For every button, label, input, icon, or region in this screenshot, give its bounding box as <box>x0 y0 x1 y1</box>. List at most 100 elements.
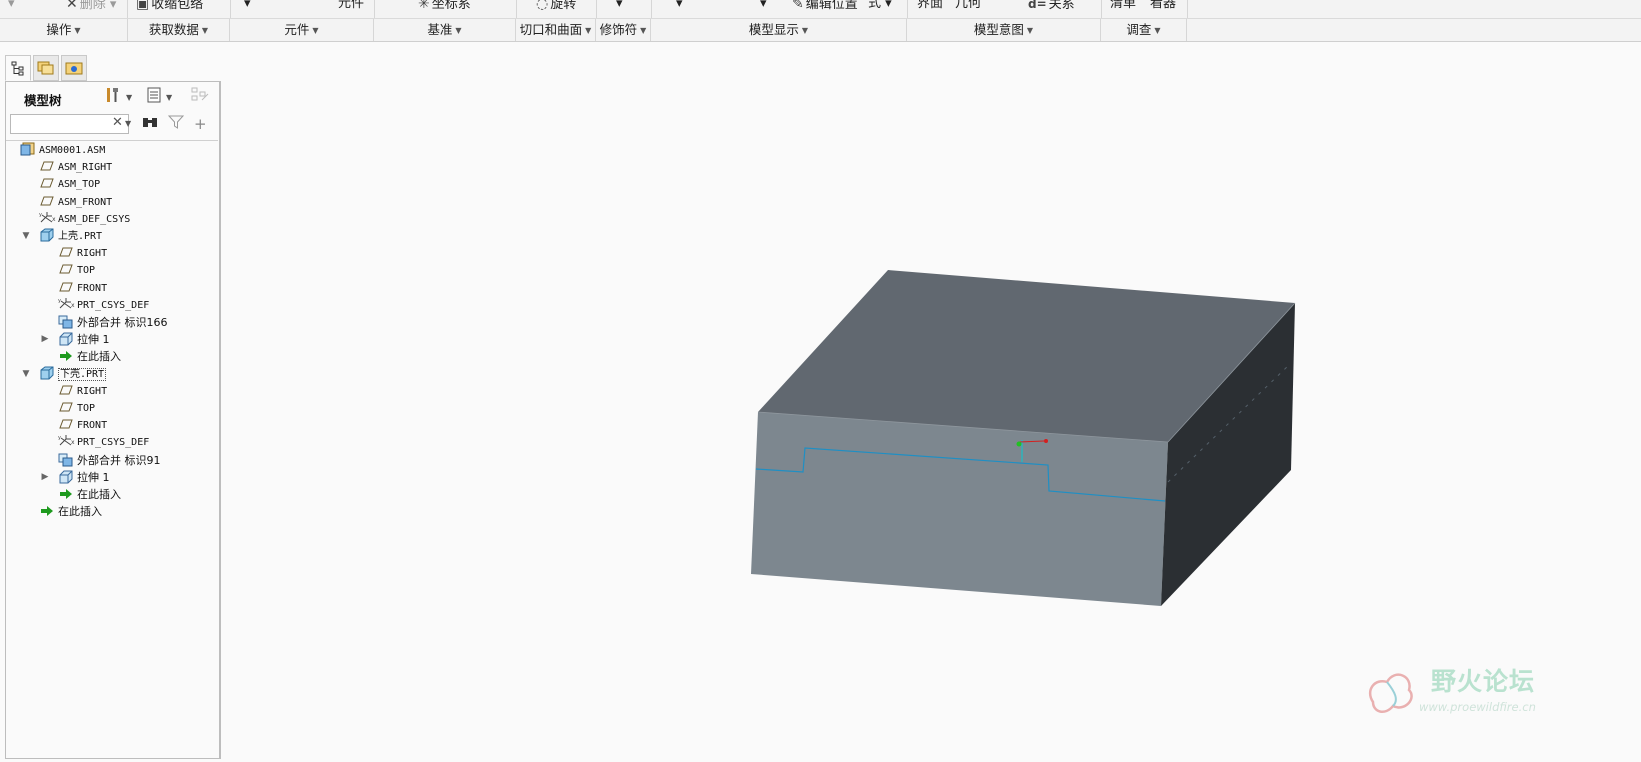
watermark-url: www.proewildfire.cn <box>1419 700 1536 714</box>
tree-columns-button[interactable]: ▼ <box>146 86 172 108</box>
ribbon: ▾ ✕ 删除 ▾ ▣ 收缩包络 ▾ 元件 ✳ 坐标系 ◌ 旋转 ▾ ▾ ▾ ✎ 编辑位置 … <box>0 0 1641 42</box>
collapse-toggle-icon[interactable]: ▼ <box>20 366 32 383</box>
insert-here-arrow-icon <box>58 349 74 363</box>
merge-feature-icon <box>58 453 74 467</box>
geometry-cmd[interactable]: 几何 <box>955 0 981 14</box>
tree-item[interactable]: ASM0001.ASM <box>20 142 105 159</box>
tree-item-label: FRONT <box>77 282 108 294</box>
tree-item[interactable]: x y PRT_CSYS_DEF <box>58 297 149 314</box>
tree-item-label: TOP <box>77 403 96 414</box>
tree-item-label: ASM_DEF_CSYS <box>58 213 131 225</box>
model-view <box>751 270 1296 606</box>
part-icon <box>39 228 55 242</box>
group-model-display[interactable]: 模型显示 ▼ <box>651 19 907 41</box>
interface-cmd[interactable]: 界面 <box>917 0 943 14</box>
display-dropdown-caret[interactable]: ▾ <box>676 0 683 14</box>
tree-item[interactable]: ▼ 下壳.PRT <box>23 366 107 383</box>
tree-item[interactable]: ▶ 拉伸 1 <box>42 331 110 348</box>
shrinkwrap-cmd[interactable]: ▣ 收缩包络 <box>136 0 203 14</box>
grid-disabled-icon <box>191 87 209 101</box>
modifier-dropdown-caret[interactable]: ▾ <box>616 0 623 14</box>
part-icon <box>39 366 55 380</box>
forum-watermark: 野火论坛 www.proewildfire.cn <box>1365 660 1565 720</box>
component-cmd[interactable]: 元件 <box>338 0 364 14</box>
tree-item[interactable]: ▼ 上壳.PRT <box>23 228 102 245</box>
tree-item-label: 在此插入 <box>58 505 102 519</box>
tree-item[interactable]: ▶ 拉伸 1 <box>42 469 110 486</box>
datum-plane-icon <box>58 245 74 259</box>
navigator-tabs <box>5 55 225 81</box>
tree-item-label: ASM0001.ASM <box>39 145 106 156</box>
group-get-data[interactable]: 获取数据 ▼ <box>128 19 230 41</box>
plus-icon[interactable]: + <box>194 114 207 134</box>
tree-item[interactable]: ASM_FRONT <box>39 194 112 211</box>
expand-toggle-icon[interactable]: ▶ <box>39 469 51 486</box>
tree-item[interactable]: 在此插入 <box>58 348 121 365</box>
edit-position-cmd[interactable]: ✎ 编辑位置 <box>792 0 858 14</box>
tree-item[interactable]: 在此插入 <box>58 486 121 503</box>
filter-icon[interactable] <box>167 114 185 134</box>
tree-item[interactable]: 外部合并 标识91 <box>58 452 161 469</box>
tree-item[interactable]: RIGHT <box>58 245 107 262</box>
ribbon-separator <box>651 0 652 18</box>
revolve-cmd[interactable]: ◌ 旋转 <box>536 0 576 14</box>
svg-text:x: x <box>71 302 75 309</box>
datum-plane-icon <box>58 262 74 276</box>
collapse-toggle-icon[interactable]: ▼ <box>20 228 32 245</box>
tree-item[interactable]: 外部合并 标识166 <box>58 314 168 331</box>
group-datum[interactable]: 基准 ▼ <box>374 19 516 41</box>
svg-text:y: y <box>39 212 42 218</box>
ribbon-separator <box>516 0 517 18</box>
group-modifiers[interactable]: 修饰符 ▼ <box>596 19 651 41</box>
tree-item[interactable]: x y PRT_CSYS_DEF <box>58 434 149 451</box>
favorites-tab[interactable] <box>61 55 87 81</box>
group-component[interactable]: 元件 ▼ <box>230 19 374 41</box>
coord-system-cmd[interactable]: ✳ 坐标系 <box>418 0 471 14</box>
tree-item[interactable]: ASM_TOP <box>39 176 100 193</box>
close-icon[interactable]: ✕ <box>112 115 123 130</box>
group-operations[interactable]: 操作 ▼ <box>0 19 128 41</box>
datum-plane-icon <box>39 159 55 173</box>
tree-settings-button[interactable]: ▼ <box>104 86 132 108</box>
edit-position-icon: ✎ <box>792 0 804 12</box>
tree-filter-display-button[interactable] <box>190 86 210 108</box>
expand-toggle-icon[interactable]: ▶ <box>39 331 51 348</box>
group-model-intent[interactable]: 模型意图 ▼ <box>907 19 1101 41</box>
graphics-viewport[interactable] <box>222 41 1641 759</box>
tree-item[interactable]: 在此插入 <box>39 503 102 520</box>
model-tree-header: 模型树 ▼ ▼ <box>6 82 218 112</box>
display-dropdown-caret-2[interactable]: ▾ <box>760 0 767 14</box>
model-tree-icon <box>11 61 24 76</box>
tree-item[interactable]: x y ASM_DEF_CSYS <box>39 211 130 228</box>
component-dropdown-caret[interactable]: ▾ <box>244 0 251 14</box>
chevron-down-icon: ▼ <box>74 26 81 35</box>
ribbon-separator <box>907 0 908 18</box>
delete-cmd[interactable]: ✕ 删除 ▾ <box>66 0 116 14</box>
datum-plane-icon <box>39 176 55 190</box>
tree-item[interactable]: FRONT <box>58 417 107 434</box>
ribbon-separator <box>1187 0 1188 18</box>
tree-item-label: TOP <box>77 265 96 277</box>
chevron-down-icon: ▼ <box>585 26 592 35</box>
ribbon-partial-icon[interactable]: ▾ <box>8 0 15 14</box>
group-investigate[interactable]: 调查 ▼ <box>1101 19 1187 41</box>
tree-item[interactable]: TOP <box>58 262 95 279</box>
style-cmd[interactable]: 式 ▾ <box>868 0 892 14</box>
datum-plane-icon <box>58 383 74 397</box>
model-tree-tab[interactable] <box>5 55 31 81</box>
search-history-dropdown[interactable]: ▼ <box>125 114 131 134</box>
tree-item[interactable]: RIGHT <box>58 383 107 400</box>
tree-item-label: 外部合并 标识91 <box>77 453 161 467</box>
ribbon-separator <box>596 0 597 18</box>
tree-item[interactable]: FRONT <box>58 280 107 297</box>
relations-cmd[interactable]: d= 关系 <box>1028 0 1075 14</box>
chevron-down-icon: ▼ <box>312 26 319 35</box>
group-cut-surface[interactable]: 切口和曲面 ▼ <box>516 19 596 41</box>
bom-cmd[interactable]: 清单 <box>1110 0 1136 14</box>
binoculars-icon[interactable] <box>142 114 158 134</box>
tree-item[interactable]: TOP <box>58 400 95 417</box>
viewer-cmd[interactable]: 看器 <box>1150 0 1176 14</box>
tree-item[interactable]: ASM_RIGHT <box>39 159 112 176</box>
layer-tab[interactable] <box>33 55 59 81</box>
tools-icon <box>107 88 118 102</box>
